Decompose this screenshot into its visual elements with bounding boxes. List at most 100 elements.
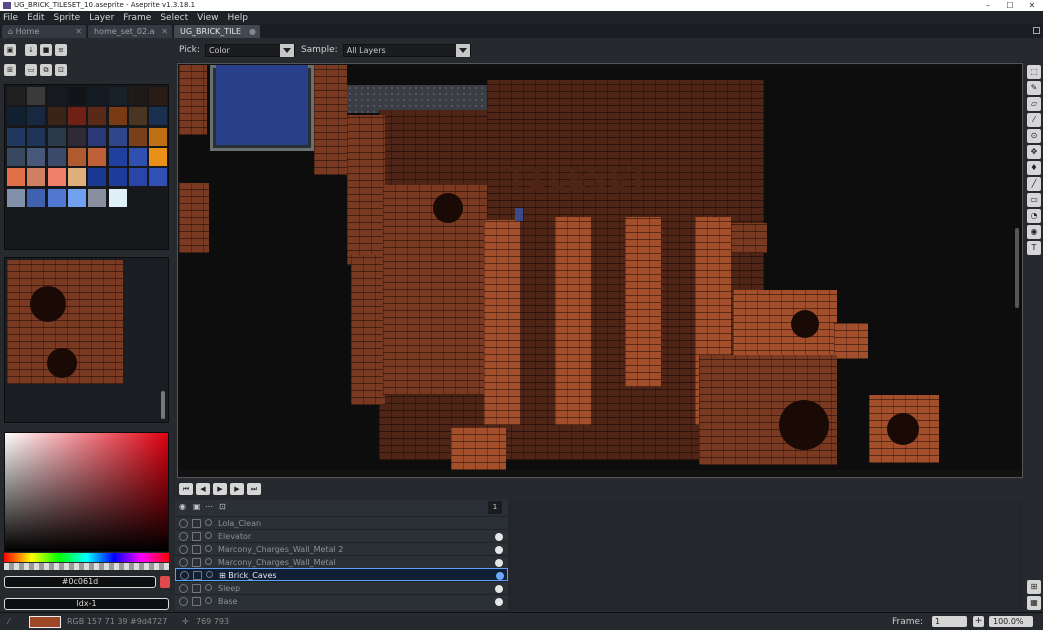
next-frame-icon[interactable]: ▶ [230, 483, 244, 495]
last-frame-icon[interactable]: ⏭ [247, 483, 261, 495]
palette-swatch[interactable] [47, 87, 66, 105]
palette-swatch[interactable] [47, 127, 66, 146]
palette-swatch[interactable] [88, 148, 107, 167]
palette-options-icon[interactable]: ≡ [55, 44, 67, 56]
contour-tool-icon[interactable]: ◔ [1027, 209, 1041, 223]
minimize-button[interactable]: – [977, 0, 999, 11]
visibility-eye-icon[interactable] [179, 584, 188, 593]
close-tab-icon[interactable]: ✕ [161, 25, 168, 38]
palette-swatch[interactable] [108, 127, 127, 146]
eyedropper-tool-icon[interactable]: ⁄ [1027, 113, 1041, 127]
sample-dropdown[interactable]: All Layers [342, 43, 471, 57]
new-frame-button[interactable]: + [973, 616, 984, 627]
visibility-eye-icon[interactable] [179, 597, 188, 606]
palette-swatch[interactable] [27, 188, 46, 207]
prev-frame-icon[interactable]: ◀ [196, 483, 210, 495]
layer-link-icon[interactable] [205, 519, 212, 526]
layer-lock-icon[interactable] [192, 597, 201, 606]
palette-swatch[interactable] [47, 168, 66, 187]
bucket-fill-icon[interactable]: ♦ [1027, 161, 1041, 175]
marquee-tool-icon[interactable]: ⬚ [1027, 65, 1041, 79]
layer-row[interactable]: Marcony_Charges_Wall_Metal 2 [175, 542, 508, 555]
palette-swatch[interactable] [68, 148, 87, 167]
eraser-tool-icon[interactable]: ▱ [1027, 97, 1041, 111]
color-spectrum[interactable] [4, 432, 169, 552]
palette-swatch[interactable] [108, 188, 127, 207]
layer-link-icon[interactable] [205, 558, 212, 565]
menu-layer[interactable]: Layer [89, 13, 114, 23]
tile-lock-icon[interactable]: ⊡ [55, 64, 67, 76]
lock-header-icon[interactable]: ▣ [193, 502, 201, 511]
palette-swatch[interactable] [88, 87, 107, 105]
pencil-tool-icon[interactable]: ✎ [1027, 81, 1041, 95]
layer-link-icon[interactable] [205, 545, 212, 552]
hue-slider[interactable] [4, 553, 169, 562]
modified-dot-icon[interactable]: ● [249, 25, 256, 38]
tab-home[interactable]: ⌂ Home ✕ [2, 25, 86, 38]
visibility-eye-icon[interactable] [179, 532, 188, 541]
cel-dot-icon[interactable] [495, 585, 503, 593]
palette-swatch[interactable] [108, 107, 127, 126]
timeline-grid-icon[interactable]: ▦ [1027, 596, 1041, 610]
palette-swatch[interactable] [68, 188, 87, 207]
layer-row[interactable]: Marcony_Charges_Wall_Metal [175, 555, 508, 568]
cel-dot-icon[interactable] [495, 546, 503, 554]
layer-link-icon[interactable] [205, 584, 212, 591]
tileset-mode-icon[interactable]: ⊞ [4, 64, 16, 76]
layer-row[interactable]: ⊞ Brick_Caves [175, 568, 508, 581]
visibility-eye-icon[interactable] [179, 558, 188, 567]
palette-swatch[interactable] [149, 168, 168, 187]
palette-preset-icon[interactable]: ■ [40, 44, 52, 56]
cel-dot-icon[interactable] [496, 572, 504, 580]
palette-swatch[interactable] [108, 87, 127, 105]
play-icon[interactable]: ▶ [213, 483, 227, 495]
palette-swatch[interactable] [47, 188, 66, 207]
visibility-eye-icon[interactable] [179, 545, 188, 554]
visibility-header-icon[interactable]: ◉ [179, 502, 186, 511]
zoom-input[interactable]: 100.0% [989, 616, 1033, 627]
palette-swatch[interactable] [7, 168, 25, 187]
layer-lock-icon[interactable] [192, 545, 201, 554]
visibility-eye-icon[interactable] [180, 571, 189, 580]
frame-header[interactable]: 1 [488, 501, 502, 514]
layer-link-icon[interactable] [206, 571, 213, 578]
palette-swatch[interactable] [7, 107, 25, 126]
first-frame-icon[interactable]: ⏮ [179, 483, 193, 495]
layer-link-icon[interactable] [205, 597, 212, 604]
palette-swatch[interactable] [108, 168, 127, 187]
canvas-editor[interactable]: TILESET [177, 63, 1023, 478]
palette-swatch[interactable] [88, 127, 107, 146]
layer-lock-icon[interactable] [192, 532, 201, 541]
pick-dropdown[interactable]: Color [204, 43, 295, 57]
layer-row[interactable]: Elevator [175, 529, 508, 542]
timeline-cels-area[interactable] [508, 500, 1023, 610]
cel-dot-icon[interactable] [495, 559, 503, 567]
palette-swatch[interactable] [149, 148, 168, 167]
palette-swatch[interactable] [129, 87, 148, 105]
lock-icon[interactable]: ▣ [4, 44, 16, 56]
tabs-menu-icon[interactable] [1033, 27, 1040, 34]
palette-swatch[interactable] [68, 168, 87, 187]
tab-ug-brick-tile[interactable]: UG_BRICK_TILE ● [174, 25, 260, 38]
palette-swatch[interactable] [7, 127, 25, 146]
onion-skin-icon[interactable]: ⊡ [219, 502, 226, 511]
palette-swatch[interactable] [129, 127, 148, 146]
visibility-eye-icon[interactable] [179, 519, 188, 528]
layer-lock-icon[interactable] [192, 558, 201, 567]
menu-sprite[interactable]: Sprite [54, 13, 81, 23]
chevron-down-icon[interactable] [279, 43, 294, 57]
palette-swatch[interactable] [129, 107, 148, 126]
cel-dot-icon[interactable] [495, 533, 503, 541]
close-tab-icon[interactable]: ✕ [75, 25, 82, 38]
menu-file[interactable]: File [3, 13, 18, 23]
layer-link-icon[interactable] [205, 532, 212, 539]
menu-frame[interactable]: Frame [123, 13, 151, 23]
layer-lock-icon[interactable] [192, 584, 201, 593]
palette-swatch[interactable] [27, 87, 46, 105]
palette-swatch[interactable] [88, 168, 107, 187]
palette-swatch[interactable] [88, 107, 107, 126]
link-header-icon[interactable]: ⋯ [205, 502, 213, 511]
palette-swatch[interactable] [149, 107, 168, 126]
tile-flags-icon[interactable]: ⧉ [40, 64, 52, 76]
menu-select[interactable]: Select [160, 13, 188, 23]
